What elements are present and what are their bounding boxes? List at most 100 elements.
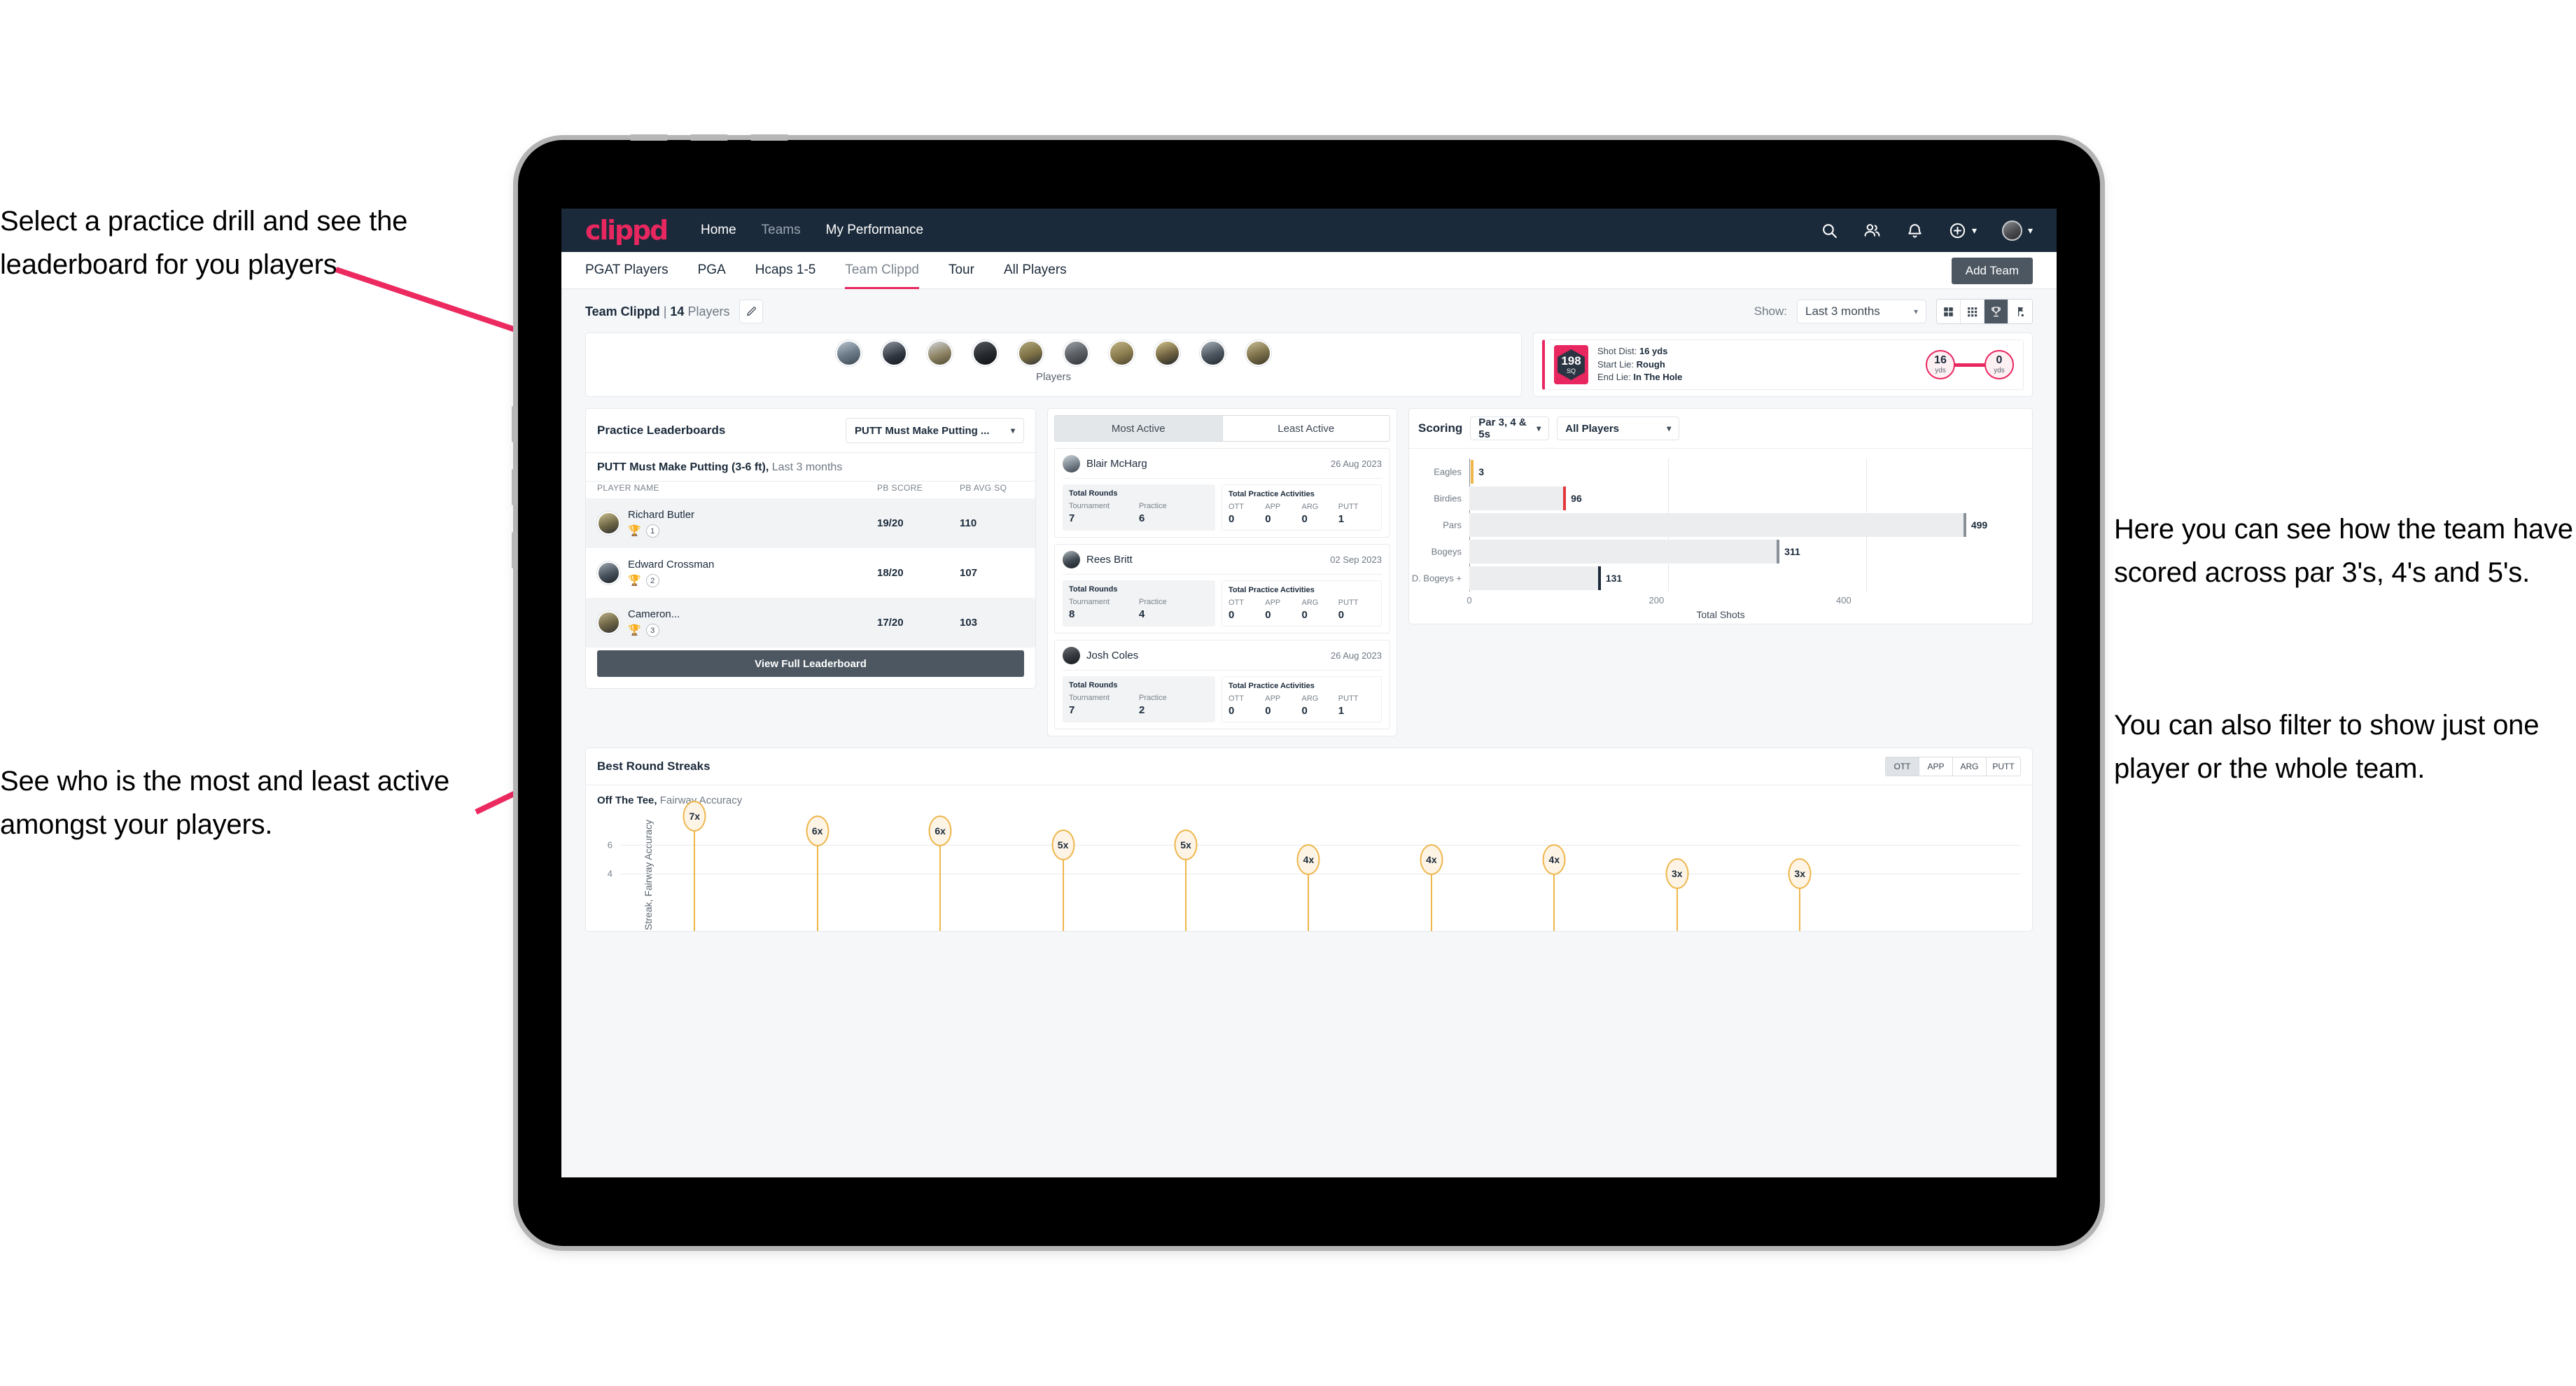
tab-app[interactable]: APP	[1919, 757, 1953, 776]
chart-value-label: 131	[1605, 573, 1623, 584]
chart-stem	[1553, 873, 1555, 931]
chart-streak-marker[interactable]: 7x	[682, 801, 706, 832]
avatar[interactable]	[1063, 340, 1089, 366]
app-label: APP	[1265, 503, 1281, 511]
avatar[interactable]	[2001, 220, 2022, 241]
pb-score-value: 19/20	[877, 517, 904, 529]
par-filter-select[interactable]: Par 3, 4 & 5s ▾	[1470, 416, 1550, 440]
ott-stat: OTT 0	[1228, 503, 1265, 525]
grid-small-icon[interactable]	[1961, 300, 1984, 323]
avatar[interactable]	[1154, 340, 1180, 366]
avatar[interactable]	[836, 340, 862, 366]
chart-streak-marker[interactable]: 4x	[1296, 844, 1320, 875]
chart-streak-marker[interactable]: 5x	[1051, 830, 1075, 861]
avatar[interactable]	[1245, 340, 1271, 366]
players-caption: Players	[1035, 371, 1072, 383]
edit-team-button[interactable]	[739, 300, 764, 323]
avatar[interactable]	[1018, 340, 1044, 366]
practice-activities-group: Total Practice Activities OTT 0 APP 0 ARG 0…	[1222, 580, 1382, 626]
chart-streak-marker[interactable]: 3x	[1665, 858, 1689, 890]
chart-x-axis-title: Total Shots	[1696, 609, 1745, 620]
trophy-icon[interactable]	[1984, 300, 2008, 323]
avatar[interactable]	[927, 340, 953, 366]
practice-leaderboard-card: Practice Leaderboards PUTT Must Make Put…	[585, 408, 1036, 689]
avatar[interactable]	[881, 340, 907, 366]
people-icon[interactable]	[1863, 222, 1881, 239]
search-icon[interactable]	[1821, 222, 1838, 239]
range-select[interactable]: Last 3 months ▾	[1797, 300, 1926, 323]
start-distance-value: 16	[1934, 354, 1947, 366]
ott-value: 0	[1228, 513, 1235, 525]
golf-flag-icon[interactable]	[2008, 300, 2032, 323]
table-row[interactable]: Edward Crossman 🏆 2 18/20 107	[586, 548, 1035, 598]
add-menu[interactable]: ▾	[1949, 222, 1977, 239]
bell-icon[interactable]	[1906, 222, 1924, 239]
grid-large-icon[interactable]	[1937, 300, 1961, 323]
avatar[interactable]	[972, 340, 998, 366]
drill-select[interactable]: PUTT Must Make Putting ... ▾	[846, 418, 1024, 443]
nav-link-teams[interactable]: Teams	[762, 223, 801, 238]
players-word: Players	[687, 304, 730, 318]
chart-streak-marker[interactable]: 6x	[806, 815, 830, 846]
clippd-logo[interactable]: clippd	[585, 215, 668, 246]
tab-tour[interactable]: Tour	[948, 252, 974, 289]
device-button-side-2	[512, 469, 518, 505]
tab-least-active[interactable]: Least Active	[1222, 416, 1390, 441]
avatar	[597, 561, 620, 584]
chart-streak-marker[interactable]: 3x	[1788, 858, 1812, 890]
chart-streak-marker[interactable]: 4x	[1420, 844, 1443, 875]
avatar[interactable]	[1109, 340, 1135, 366]
plus-circle-icon[interactable]	[1949, 222, 1966, 239]
tab-pgat-players[interactable]: PGAT Players	[585, 252, 668, 289]
practice-activities-title: Total Practice Activities	[1228, 586, 1315, 594]
nav-link-home[interactable]: Home	[701, 223, 736, 238]
divider	[1063, 574, 1382, 575]
chart-bar	[1469, 566, 1600, 590]
team-name: Team Clippd	[585, 304, 660, 318]
chart-bar-cap	[1777, 540, 1780, 564]
tab-all-players[interactable]: All Players	[1004, 252, 1067, 289]
player-filter-select[interactable]: All Players ▾	[1557, 416, 1680, 440]
pb-avg-sq-value: 103	[960, 617, 978, 629]
tab-team-clippd[interactable]: Team Clippd	[845, 252, 919, 289]
list-item[interactable]: Josh Coles 26 Aug 2023 Total Rounds Tour…	[1054, 640, 1390, 729]
tab-hcaps-1-5[interactable]: Hcaps 1-5	[755, 252, 816, 289]
rank-badge: 1	[645, 524, 659, 538]
top-navigation-actions: ▾ ▾	[1821, 220, 2033, 241]
nav-link-my-performance[interactable]: My Performance	[826, 223, 923, 238]
chart-streak-marker[interactable]: 6x	[928, 815, 952, 846]
annotation-practice-drill: Select a practice drill and see the lead…	[0, 206, 408, 280]
chevron-down-icon: ▾	[1010, 426, 1015, 435]
chart-streak-marker[interactable]: 5x	[1174, 830, 1198, 861]
list-item[interactable]: Rees Britt 02 Sep 2023 Total Rounds Tour…	[1054, 544, 1390, 634]
arg-value: 0	[1301, 609, 1308, 621]
chart-streak-marker[interactable]: 4x	[1542, 844, 1566, 875]
tournament-value: 8	[1069, 608, 1075, 620]
list-item[interactable]: Blair McHarg 26 Aug 2023 Total Rounds To…	[1054, 448, 1390, 538]
end-distance-value: 0	[1996, 354, 2003, 366]
tab-most-active[interactable]: Most Active	[1055, 416, 1222, 441]
table-row[interactable]: Richard Butler 🏆 1 19/20 110	[586, 498, 1035, 548]
tab-pga[interactable]: PGA	[698, 252, 726, 289]
account-menu[interactable]: ▾	[2001, 220, 2033, 241]
avatar[interactable]	[1200, 340, 1226, 366]
middle-row: Practice Leaderboards PUTT Must Make Put…	[561, 408, 2057, 748]
activity-card: Most Active Least Active Blair McHarg 26…	[1047, 408, 1397, 736]
total-rounds-title: Total Rounds	[1069, 681, 1118, 690]
avatar	[1063, 455, 1080, 472]
tournament-label: Tournament	[1069, 694, 1110, 702]
chart-bar-row: Bogeys 311	[1432, 540, 2005, 564]
distance-connector	[1954, 363, 1986, 367]
tab-ott[interactable]: OTT	[1886, 757, 1919, 776]
activity-stats: Total Rounds Tournament 7 Practice 2 Total…	[1063, 676, 1382, 722]
view-full-leaderboard-button[interactable]: View Full Leaderboard	[597, 650, 1024, 677]
add-team-button[interactable]: Add Team	[1951, 258, 2033, 284]
chart-bar	[1469, 513, 1965, 537]
table-row[interactable]: Cameron... 🏆 3 17/20 103	[586, 598, 1035, 648]
scoring-header: Scoring Par 3, 4 & 5s ▾ All Players ▾	[1409, 409, 2032, 448]
divider	[1063, 670, 1382, 671]
tournament-stat: Tournament 7	[1069, 694, 1139, 716]
device-button-side-1	[512, 406, 518, 442]
tab-putt[interactable]: PUTT	[1987, 757, 2020, 776]
tab-arg[interactable]: ARG	[1953, 757, 1987, 776]
